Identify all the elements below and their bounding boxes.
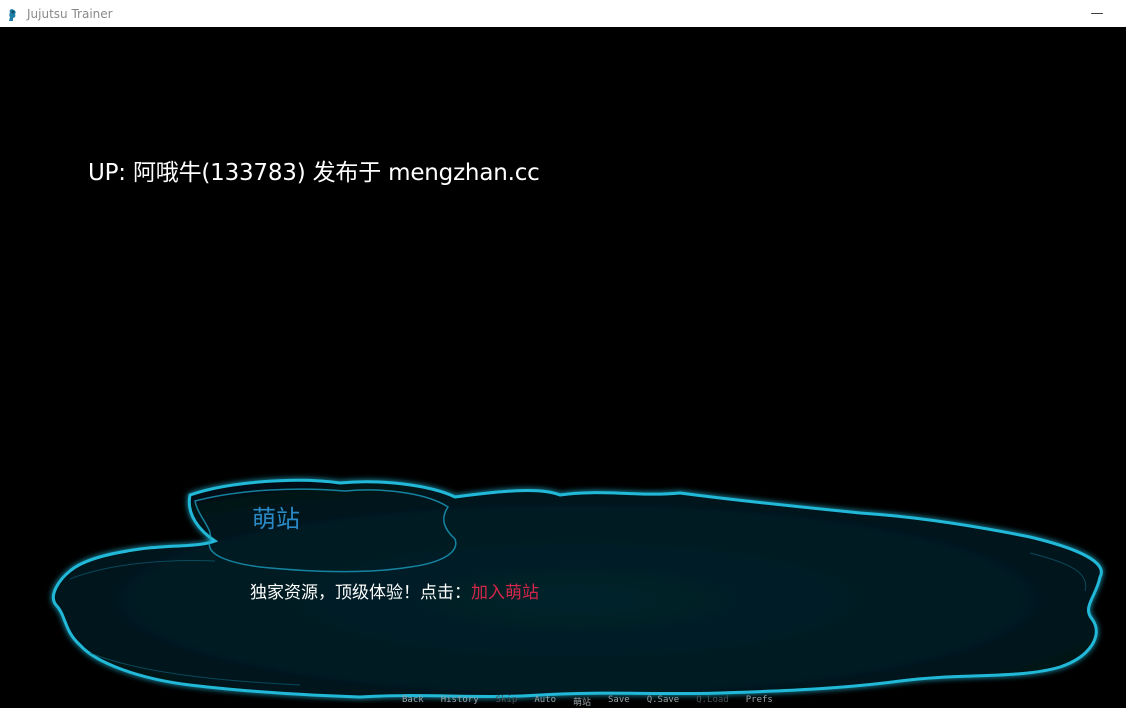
quick-menu-history[interactable]: History [441,695,479,708]
quick-menu-save[interactable]: Save [608,695,630,708]
quick-menu: Back History Skip Auto 萌站 Save Q.Save Q.… [402,695,790,708]
quick-menu-skip[interactable]: Skip [496,695,518,708]
game-viewport[interactable]: UP: 阿哦牛(133783) 发布于 mengzhan.cc 萌站 独家资源，… [0,27,1126,708]
quick-menu-back[interactable]: Back [402,695,424,708]
join-link[interactable]: 加入萌站 [471,583,539,603]
quick-menu-mengzhan[interactable]: 萌站 [573,695,591,708]
quick-menu-prefs[interactable]: Prefs [746,695,773,708]
speaker-name: 萌站 [252,505,300,533]
minimize-button[interactable]: — [1086,2,1108,24]
watermark-text: UP: 阿哦牛(133783) 发布于 mengzhan.cc [88,160,540,186]
dialogue-body: 独家资源，顶级体验！点击： [250,583,471,603]
quick-menu-auto[interactable]: Auto [534,695,556,708]
window-titlebar: Jujutsu Trainer — [0,0,1126,27]
app-icon [7,7,21,21]
dialogue-ink-splash [51,478,1103,699]
window-title: Jujutsu Trainer [27,6,113,21]
quick-menu-qload[interactable]: Q.Load [696,695,729,708]
quick-menu-qsave[interactable]: Q.Save [647,695,680,708]
dialogue-text: 独家资源，顶级体验！点击：加入萌站 [250,578,539,603]
